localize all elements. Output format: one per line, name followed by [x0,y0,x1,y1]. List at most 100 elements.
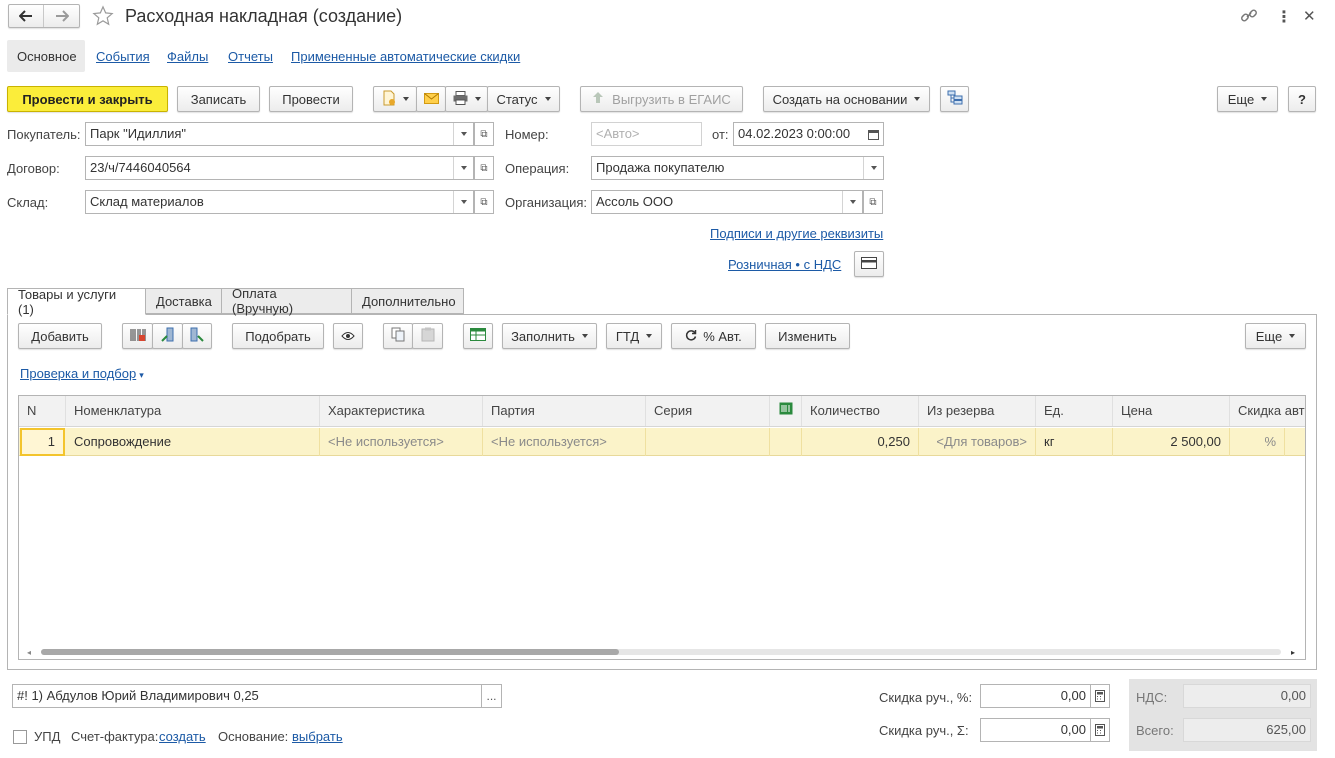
structure-button[interactable] [940,86,969,112]
tab-files[interactable]: Файлы [167,49,208,64]
spreadsheet-button[interactable] [463,323,493,349]
envelope-icon [423,92,439,107]
chevron-down-icon[interactable] [453,157,473,179]
cell-from-reserve[interactable]: <Для товаров> [919,428,1036,456]
open-buyer-icon[interactable]: ⧉ [474,122,494,146]
tab-delivery[interactable]: Доставка [145,288,222,314]
buyer-field[interactable]: Парк "Идиллия" [85,122,474,146]
organization-field[interactable]: Ассоль ООО [591,190,863,214]
col-from-reserve[interactable]: Из резерва [919,396,1036,426]
chevron-down-icon[interactable] [863,157,883,179]
more-actions-button[interactable]: Еще [1217,86,1278,112]
status-button[interactable]: Статус [487,86,560,112]
invoice-create-link[interactable]: создать [159,729,206,744]
scroll-right-icon[interactable]: ▸ [1291,648,1295,657]
cell-characteristic[interactable]: <Не используется> [320,428,483,456]
contract-field[interactable]: 23/ч/7446040564 [85,156,474,180]
open-warehouse-icon[interactable]: ⧉ [474,190,494,214]
cell-marking[interactable] [770,428,802,456]
open-contract-icon[interactable]: ⧉ [474,156,494,180]
chevron-down-icon[interactable] [453,191,473,213]
cell-nomenclature[interactable]: Сопровождение [66,428,283,456]
scan-terminal-button[interactable] [152,323,183,349]
gtd-button[interactable]: ГТД [606,323,662,349]
email-button[interactable] [416,86,446,112]
discount-pct-field[interactable]: 0,00 [980,684,1091,708]
cell-n[interactable]: 1 [20,428,65,456]
tab-reports[interactable]: Отчеты [228,49,273,64]
fill-button[interactable]: Заполнить [502,323,597,349]
col-quantity[interactable]: Количество [802,396,919,426]
comment-expand-button[interactable]: ... [481,684,502,708]
col-characteristic[interactable]: Характеристика [320,396,483,426]
pick-button[interactable]: Подобрать [232,323,324,349]
forward-arrow-icon[interactable] [44,5,79,27]
cell-auto-discount[interactable]: % [1230,428,1285,456]
number-field[interactable]: <Авто> [591,122,702,146]
barcode-button[interactable] [122,323,153,349]
open-organization-icon[interactable]: ⧉ [863,190,883,214]
col-batch[interactable]: Партия [483,396,646,426]
terminal-upload-button[interactable] [182,323,212,349]
barcode-icon [130,328,146,345]
scroll-left-icon[interactable]: ◂ [27,648,31,657]
basis-select-link[interactable]: выбрать [292,729,343,744]
calendar-icon[interactable] [863,123,883,145]
post-button[interactable]: Провести [269,86,353,112]
cell-series[interactable] [646,428,770,456]
date-field[interactable]: 04.02.2023 0:00:00 [733,122,884,146]
upd-checkbox[interactable] [13,730,27,744]
back-arrow-icon[interactable] [9,5,45,27]
chevron-down-icon[interactable] [453,123,473,145]
cell-price[interactable]: 2 500,00 [1113,428,1230,456]
price-type-link[interactable]: Розничная • с НДС [728,257,841,272]
check-and-pick-link[interactable]: Проверка и подбор ▾ [20,366,144,381]
change-button[interactable]: Изменить [765,323,850,349]
egais-label: Выгрузить в ЕГАИС [612,91,731,107]
tab-events[interactable]: События [96,49,150,64]
cell-batch[interactable]: <Не используется> [483,428,646,456]
add-row-button[interactable]: Добавить [18,323,102,349]
auto-discount-button[interactable]: % Авт. [671,323,756,349]
document-create-button[interactable] [373,86,417,112]
col-n[interactable]: N [19,396,66,426]
warehouse-field[interactable]: Склад материалов [85,190,474,214]
col-marking[interactable] [770,396,802,426]
cell-quantity[interactable]: 0,250 [802,428,919,456]
calculator-icon[interactable] [1090,684,1110,708]
cell-unit[interactable]: кг [1036,428,1113,456]
post-and-close-button[interactable]: Провести и закрыть [7,86,168,112]
close-icon[interactable]: ✕ [1303,7,1316,25]
col-nomenclature[interactable]: Номенклатура [66,396,320,426]
col-auto-discount[interactable]: Скидка авт [1230,396,1305,426]
paste-button[interactable] [412,323,443,349]
signatures-link[interactable]: Подписи и другие реквизиты [710,226,883,241]
calculator-icon[interactable] [1090,718,1110,742]
print-button[interactable] [445,86,488,112]
tab-payment[interactable]: Оплата (Вручную) [221,286,352,316]
chevron-down-icon[interactable] [842,191,862,213]
operation-field[interactable]: Продажа покупателю [591,156,884,180]
help-button[interactable]: ? [1288,86,1316,112]
copy-button[interactable] [383,323,413,349]
discount-sum-field[interactable]: 0,00 [980,718,1091,742]
col-price[interactable]: Цена [1113,396,1230,426]
tab-main[interactable]: Основное [17,49,77,64]
link-icon[interactable] [1240,8,1258,27]
table-more-button[interactable]: Еще [1245,323,1306,349]
tab-goods[interactable]: Товары и услуги (1) [7,287,146,317]
create-based-on-button[interactable]: Создать на основании [763,86,930,112]
payment-card-button[interactable] [854,251,884,277]
col-unit[interactable]: Ед. [1036,396,1113,426]
egais-upload-button[interactable]: Выгрузить в ЕГАИС [580,86,743,112]
more-vertical-icon[interactable]: ⋮ [1276,7,1292,27]
save-button[interactable]: Записать [177,86,260,112]
tab-additional[interactable]: Дополнительно [351,288,464,314]
comment-field[interactable]: #! 1) Абдулов Юрий Владимирович 0,25 [12,684,482,708]
horizontal-scrollbar-thumb[interactable] [41,649,619,655]
preview-button[interactable] [333,323,363,349]
col-series[interactable]: Серия [646,396,770,426]
tab-auto-discounts[interactable]: Примененные автоматические скидки [291,49,520,64]
table-row[interactable]: 1 Сопровождение <Не используется> <Не ис… [19,428,1305,456]
star-favorite-icon[interactable] [92,5,114,30]
